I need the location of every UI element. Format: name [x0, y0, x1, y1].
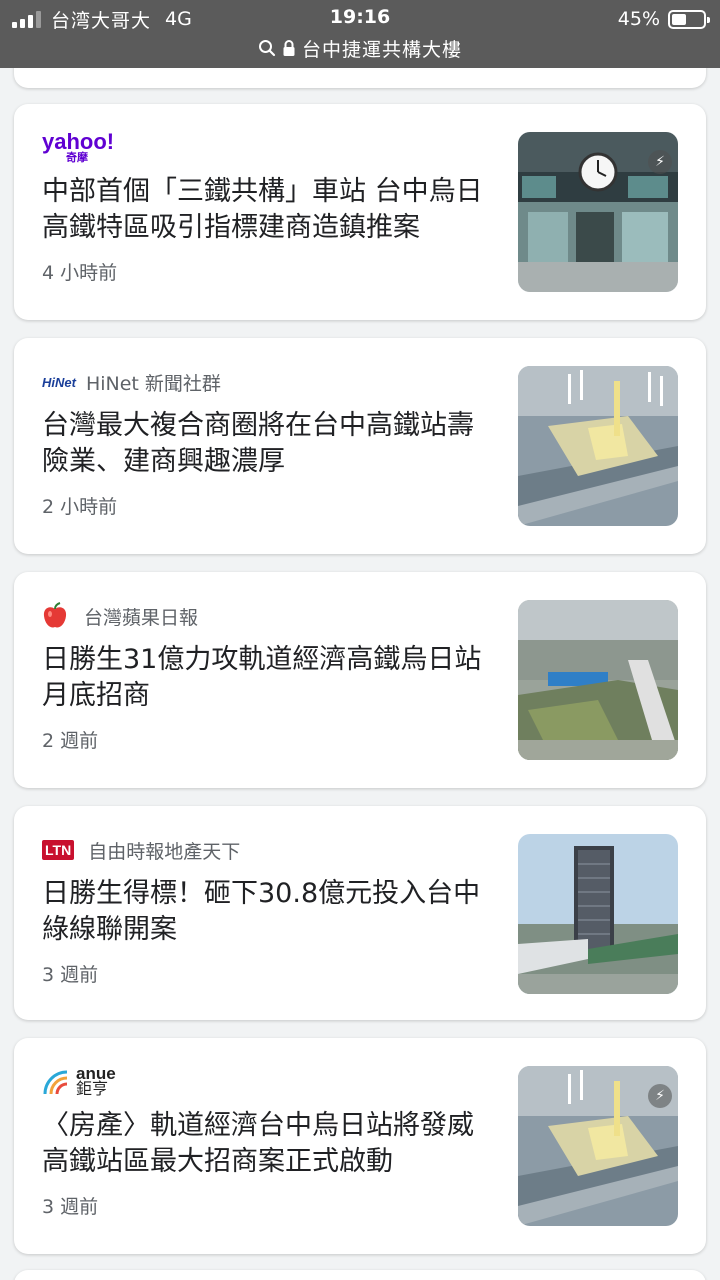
news-thumbnail[interactable] [518, 600, 678, 760]
news-card[interactable]: HiNet HiNet 新聞社群 台灣最大複合商圈將在台中高鐵站壽險業、建商興趣… [14, 338, 706, 554]
ltn-logo: LTN [42, 840, 75, 860]
published-time: 3 週前 [42, 1196, 99, 1218]
published-time: 4 小時前 [42, 262, 118, 284]
headline-link[interactable]: 中部首個「三鐵共構」車站 台中烏日高鐵特區吸引指標建商造鎮推案 [42, 174, 494, 246]
news-source: yahoo! 奇摩 [42, 129, 124, 165]
headline-link[interactable]: 台灣最大複合商圈將在台中高鐵站壽險業、建商興趣濃厚 [42, 408, 494, 480]
news-card[interactable]: anue 鉅亨 〈房產〉軌道經濟台中烏日站將發威高鐵站區最大招商案正式啟動 3 … [14, 1038, 706, 1254]
apple-icon [43, 602, 67, 628]
battery-percent: 45% [617, 8, 660, 30]
status-right: 45% [617, 6, 710, 32]
aerial-rendering-photo-icon [518, 366, 678, 526]
address-bar[interactable]: 台中捷運共構大樓 [0, 34, 720, 62]
hinet-logo: HiNet [42, 374, 76, 390]
page-title: 台中捷運共構大樓 [301, 38, 462, 61]
published-time: 2 小時前 [42, 496, 118, 518]
tower-rendering-photo-icon [518, 834, 678, 994]
headline-link[interactable]: 〈房產〉軌道經濟台中烏日站將發威高鐵站區最大招商案正式啟動 [42, 1108, 494, 1180]
clock: 19:16 [329, 6, 391, 28]
battery-level-fill [672, 13, 686, 25]
published-time: 2 週前 [42, 730, 99, 752]
yahoo-logo: yahoo! 奇摩 [42, 129, 115, 165]
news-thumbnail[interactable]: ⚡ [518, 1066, 678, 1226]
news-source: anue 鉅亨 [42, 1065, 126, 1098]
published-time: 3 週前 [42, 964, 99, 986]
status-bar: 台湾大哥大 4G 19:16 45% 台中捷運共構大樓 [0, 0, 720, 68]
amp-lightning-icon: ⚡ [648, 1084, 672, 1108]
headline-link[interactable]: 日勝生31億力攻軌道經濟高鐵烏日站月底招商 [42, 642, 494, 714]
anue-logo: anue 鉅亨 [42, 1065, 116, 1098]
news-card[interactable]: LTN 自由時報地產天下 日勝生得標！砸下30.8億元投入台中綠線聯開案 3 週… [14, 806, 706, 1020]
source-name: 台灣蘋果日報 [84, 606, 199, 629]
aerial-city-photo-icon [518, 600, 678, 760]
anue-rainbow-icon [43, 1070, 68, 1095]
news-card-partial[interactable] [14, 1270, 706, 1280]
headline-link[interactable]: 日勝生得標！砸下30.8億元投入台中綠線聯開案 [42, 876, 494, 948]
news-source: 台灣蘋果日報 [42, 600, 198, 632]
amp-lightning-icon: ⚡ [648, 150, 672, 174]
news-thumbnail[interactable]: ⚡ [518, 132, 678, 292]
battery-icon [668, 9, 710, 29]
news-thumbnail[interactable] [518, 834, 678, 994]
source-name: 自由時報地產天下 [88, 840, 241, 863]
news-card[interactable]: yahoo! 奇摩 中部首個「三鐵共構」車站 台中烏日高鐵特區吸引指標建商造鎮推… [14, 104, 706, 320]
search-icon [258, 40, 276, 57]
source-name: HiNet 新聞社群 [85, 372, 221, 395]
news-source: HiNet HiNet 新聞社群 [42, 366, 221, 398]
lock-icon [283, 40, 295, 56]
news-thumbnail[interactable] [518, 366, 678, 526]
news-source: LTN 自由時報地產天下 [42, 834, 240, 866]
news-card[interactable]: 台灣蘋果日報 日勝生31億力攻軌道經濟高鐵烏日站月底招商 2 週前 [14, 572, 706, 788]
